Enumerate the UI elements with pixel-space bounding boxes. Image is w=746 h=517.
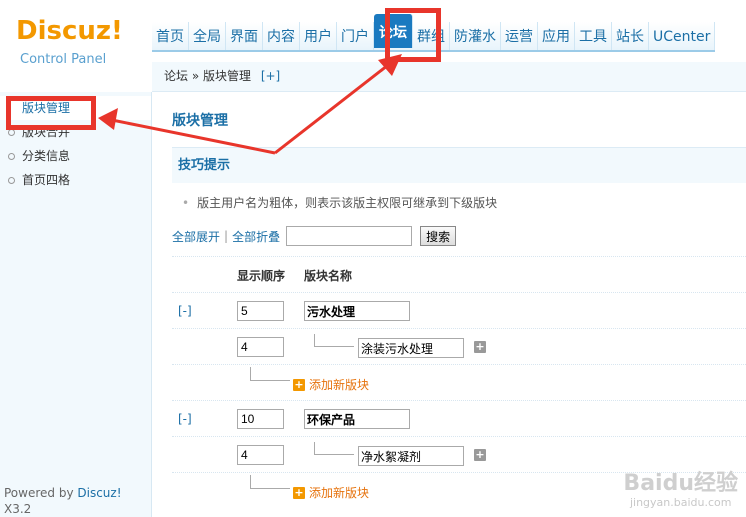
add-forum-link[interactable]: + 添加新版块 xyxy=(293,376,369,393)
tree-connector xyxy=(314,442,354,455)
add-forum-link[interactable]: + 添加新版块 xyxy=(293,484,369,501)
tree-connector xyxy=(250,367,290,381)
breadcrumb: 论坛 » 版块管理 [+] xyxy=(152,62,746,92)
page-title: 版块管理 xyxy=(172,113,228,129)
powered-prefix: Powered by xyxy=(4,486,78,500)
add-subforum-icon[interactable]: + xyxy=(474,341,486,353)
discuz-logo[interactable]: Discuz! Control Panel xyxy=(16,16,123,67)
sub-order-input[interactable] xyxy=(237,445,284,465)
table-row: + 添加新版块 xyxy=(172,364,746,400)
nav-home[interactable]: 首页 xyxy=(152,22,189,50)
subforum-name-input[interactable] xyxy=(358,338,464,358)
separator: | xyxy=(224,229,229,243)
top-header: Discuz! Control Panel 首页 全局 界面 内容 用户 门户 … xyxy=(0,0,746,67)
tree-connector xyxy=(314,334,354,347)
search-input[interactable] xyxy=(286,226,413,246)
plus-icon: + xyxy=(293,377,305,391)
column-header-order: 显示顺序 xyxy=(237,269,286,283)
baidu-watermark: Baidu经验 jingyan.baidu.com xyxy=(623,471,738,510)
table-row: + xyxy=(172,436,746,472)
nav-global[interactable]: 全局 xyxy=(189,22,226,50)
add-subforum-icon[interactable]: + xyxy=(474,449,486,461)
table-row: [-] xyxy=(172,400,746,436)
nav-tools[interactable]: 工具 xyxy=(575,22,612,50)
highlight-box-sidebar xyxy=(6,96,96,130)
table-row: [-] xyxy=(172,292,746,328)
column-header-name: 版块名称 xyxy=(304,269,353,283)
forum-toolbar: 全部展开 | 全部折叠 搜索 xyxy=(172,226,457,246)
nav-apps[interactable]: 应用 xyxy=(538,22,575,50)
table-row: + xyxy=(172,328,746,364)
breadcrumb-add-shortcut[interactable]: [+] xyxy=(261,69,280,83)
watermark-brand: Baidu经验 xyxy=(623,471,738,496)
sidebar-item-category-info[interactable]: 分类信息 xyxy=(0,144,151,168)
watermark-url: jingyan.baidu.com xyxy=(629,496,732,509)
sub-order-input[interactable] xyxy=(237,337,284,357)
discuz-link[interactable]: Discuz! xyxy=(77,486,121,500)
order-input[interactable] xyxy=(237,409,284,429)
nav-ucenter[interactable]: UCenter xyxy=(649,22,716,50)
nav-antispam[interactable]: 防灌水 xyxy=(450,22,501,50)
sidebar-item-home-grid[interactable]: 首页四格 xyxy=(0,168,151,192)
logo-text: Discuz! xyxy=(16,16,123,46)
nav-admin[interactable]: 站长 xyxy=(612,22,649,50)
forum-name-input[interactable] xyxy=(304,301,410,321)
add-forum-label: 添加新版块 xyxy=(309,486,370,500)
expand-all-link[interactable]: 全部展开 xyxy=(172,228,220,245)
sidebar: 版块管理 版块合并 分类信息 首页四格 Powered by Discuz! X… xyxy=(0,92,152,517)
tips-header: 技巧提示 xyxy=(172,147,746,183)
order-input[interactable] xyxy=(237,301,284,321)
plus-icon: + xyxy=(293,485,305,499)
subforum-name-input[interactable] xyxy=(358,446,464,466)
nav-content[interactable]: 内容 xyxy=(263,22,300,50)
collapse-toggle[interactable]: [-] xyxy=(178,304,192,318)
nav-operations[interactable]: 运营 xyxy=(501,22,538,50)
forum-name-input[interactable] xyxy=(304,409,410,429)
add-forum-label: 添加新版块 xyxy=(309,378,370,392)
collapse-all-link[interactable]: 全部折叠 xyxy=(232,228,280,245)
highlight-box-forum-tab xyxy=(385,8,441,62)
nav-portal[interactable]: 门户 xyxy=(337,22,374,50)
nav-users[interactable]: 用户 xyxy=(300,22,337,50)
tree-connector xyxy=(250,475,290,489)
tip-text: 版主用户名为粗体，则表示该版主权限可继承到下级版块 xyxy=(182,194,497,211)
powered-version: X3.2 xyxy=(4,502,32,516)
search-button[interactable]: 搜索 xyxy=(420,226,457,246)
table-header: 显示顺序 版块名称 xyxy=(172,256,746,292)
main-content: 版块管理 技巧提示 版主用户名为粗体，则表示该版主权限可继承到下级版块 全部展开… xyxy=(152,92,746,517)
collapse-toggle[interactable]: [-] xyxy=(178,412,192,426)
powered-by: Powered by Discuz! X3.2 xyxy=(0,485,152,517)
nav-interface[interactable]: 界面 xyxy=(226,22,263,50)
breadcrumb-path: 论坛 » 版块管理 xyxy=(164,69,251,83)
logo-subtitle: Control Panel xyxy=(20,52,107,67)
